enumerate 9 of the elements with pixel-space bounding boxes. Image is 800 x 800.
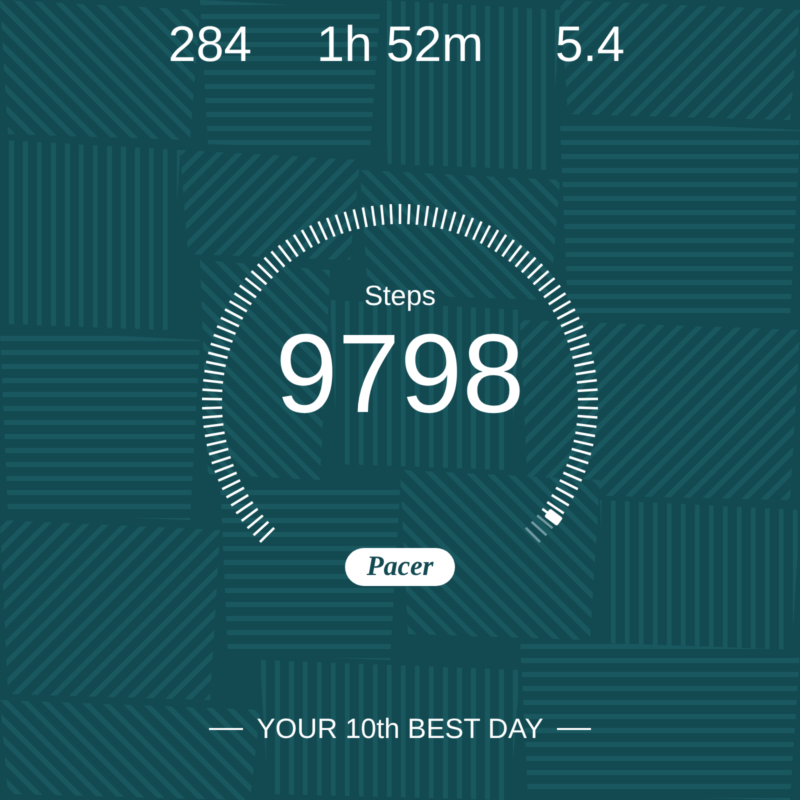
- logo-badge: Pacer: [344, 548, 456, 586]
- stat-value: 284: [168, 16, 252, 72]
- dial-marker: [544, 508, 563, 526]
- best-day-caption: YOUR 10th BEST DAY: [256, 712, 544, 746]
- steps-count: 9798: [275, 316, 525, 432]
- stat-value: 5.4: [555, 16, 625, 72]
- stat-value: 1h 52m: [316, 16, 484, 72]
- dial-remaining-ticks-drawing: [524, 514, 554, 543]
- steps-label: Steps: [364, 280, 436, 312]
